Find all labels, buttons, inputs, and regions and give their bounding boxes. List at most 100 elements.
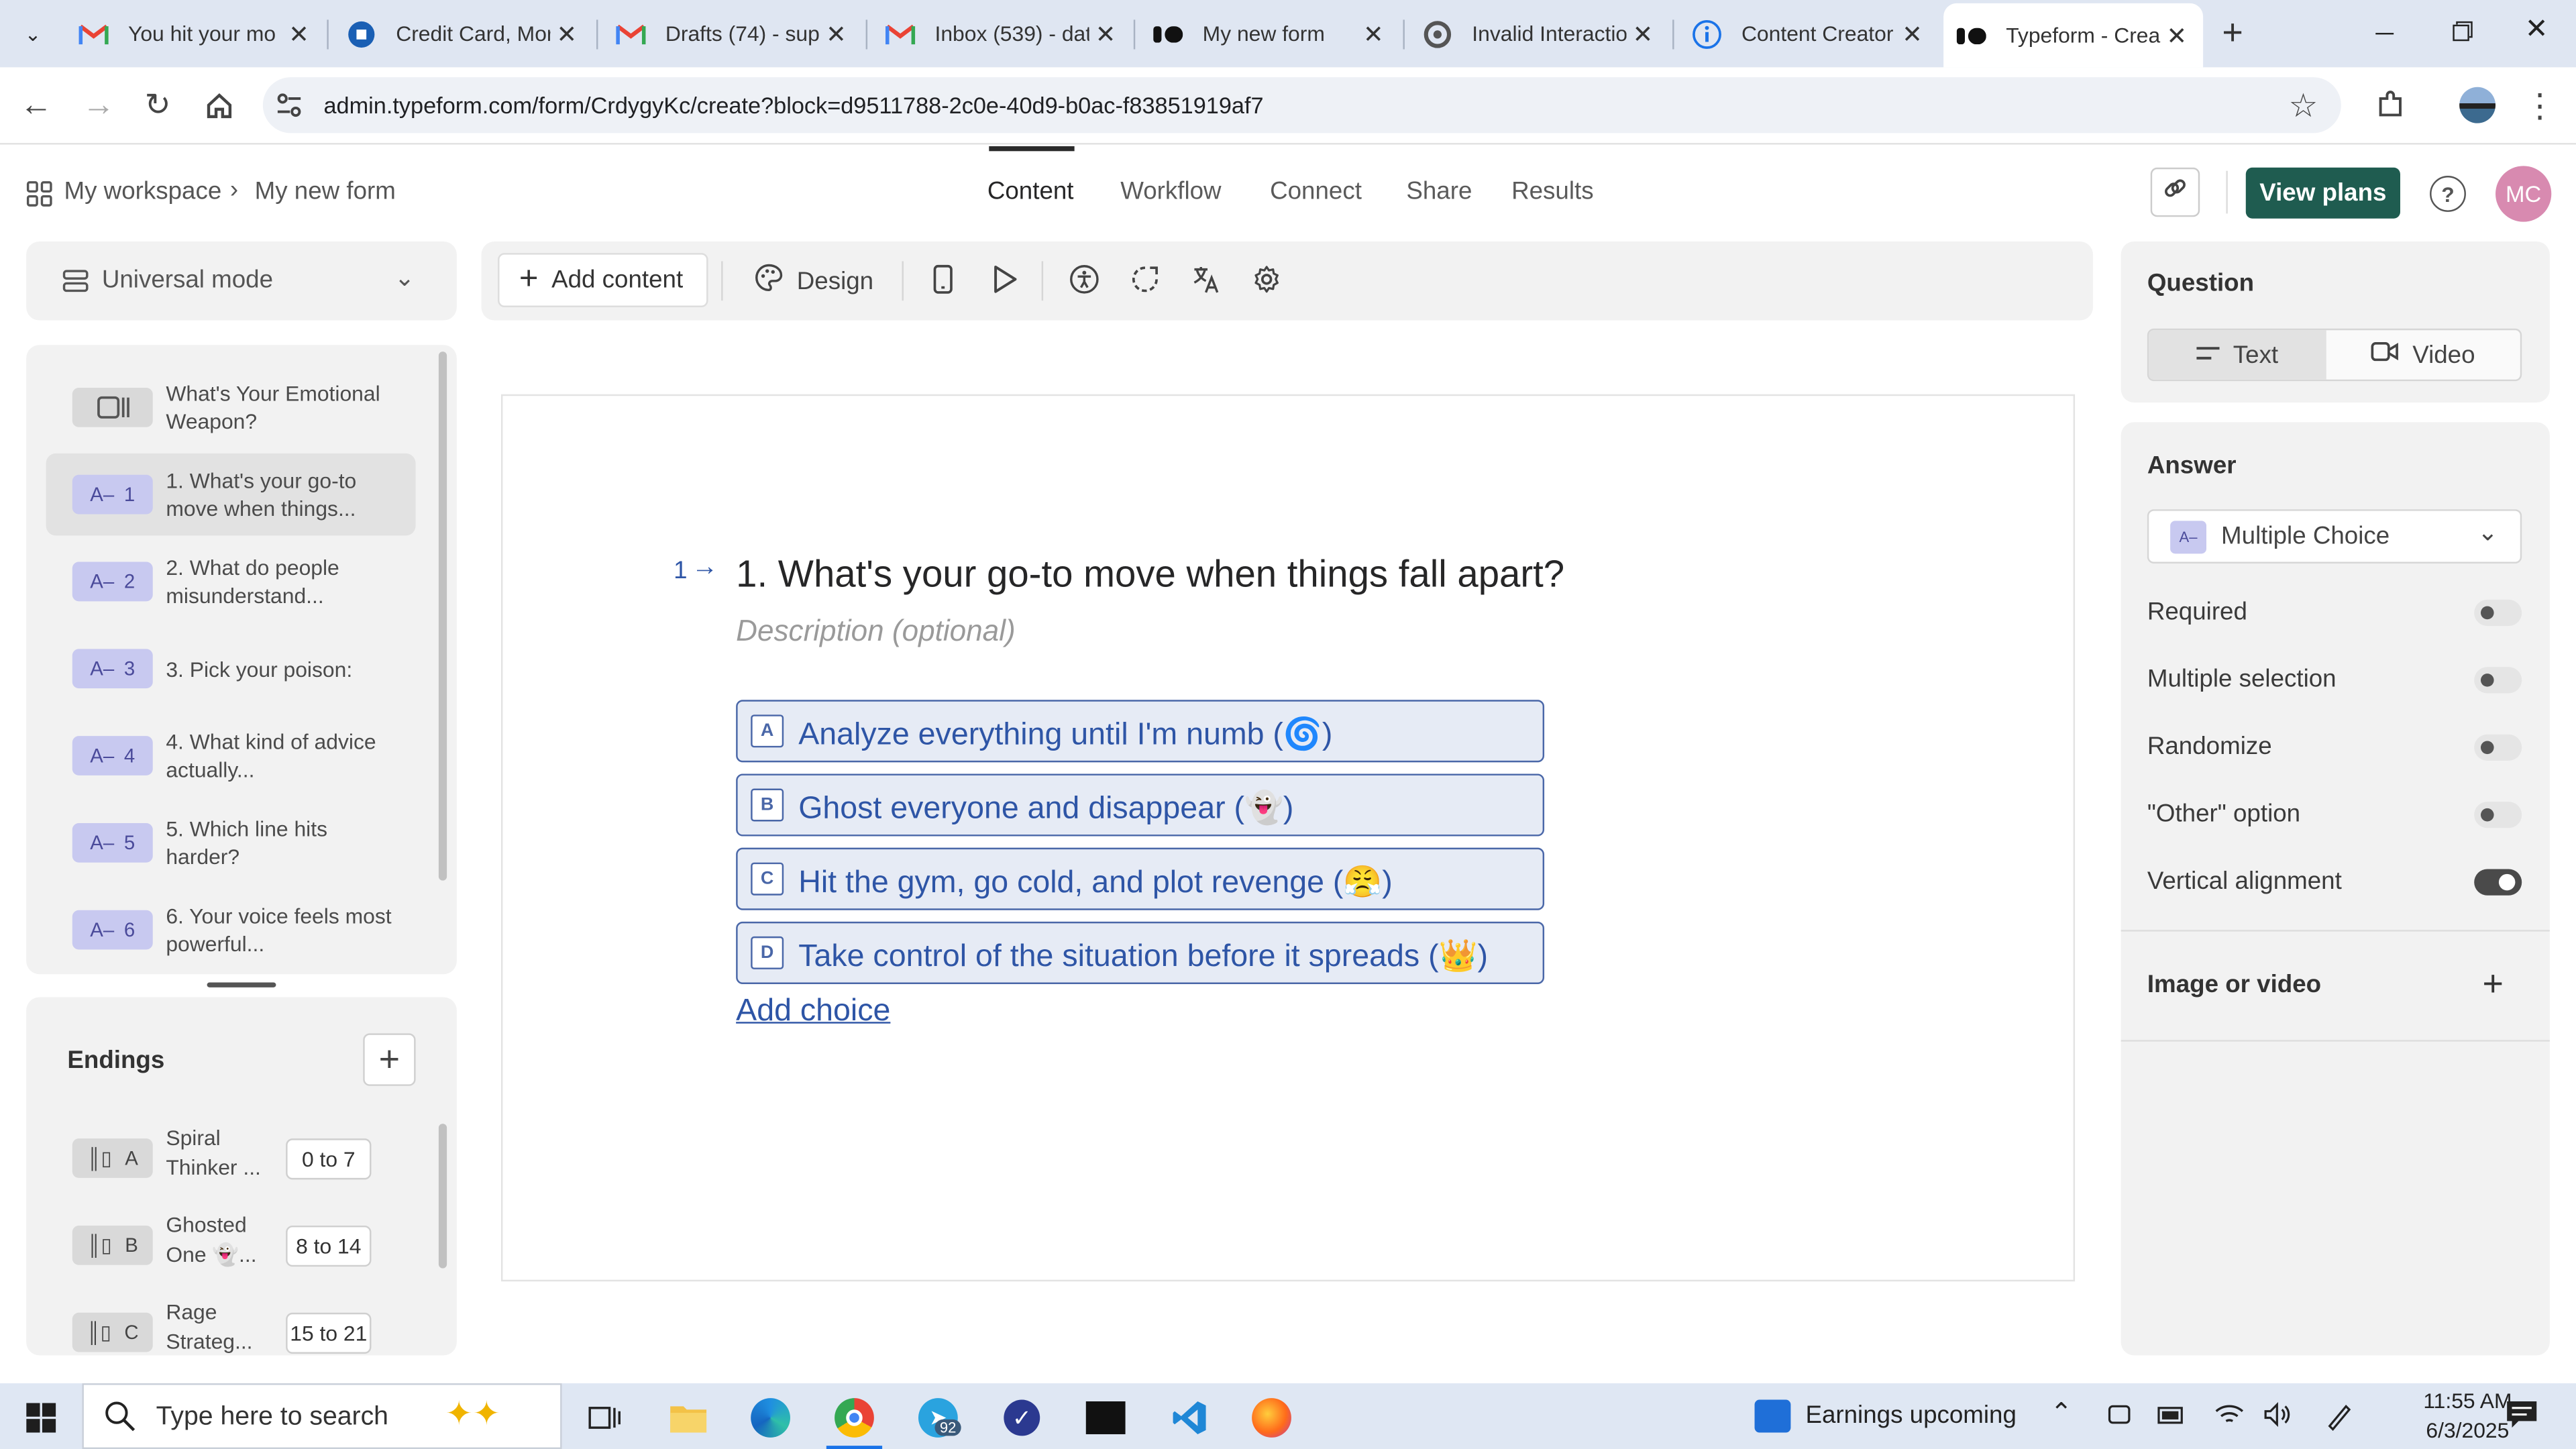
scrollbar[interactable] [438, 1124, 447, 1269]
translate-icon[interactable] [1191, 264, 1221, 302]
question-item-6[interactable]: A– 6 6. Your voice feels most powerful... [46, 889, 416, 971]
breadcrumb-workspace[interactable]: My workspace [64, 177, 222, 205]
ending-item-a[interactable]: ║▯ A Spiral Thinker ... 0 to 7 [46, 1117, 416, 1199]
help-icon[interactable]: ? [2430, 176, 2466, 212]
back-icon[interactable]: ← [15, 84, 58, 127]
nav-share[interactable]: Share [1406, 177, 1472, 205]
home-icon[interactable] [197, 84, 240, 127]
app-icon[interactable]: ✓ [998, 1393, 1046, 1442]
question-item-4[interactable]: A– 4 4. What kind of advice actually... [46, 714, 416, 796]
extensions-icon[interactable] [2369, 84, 2412, 127]
terminal-icon[interactable] [1081, 1393, 1130, 1442]
question-item-2[interactable]: A– 2 2. What do people misunderstand... [46, 541, 416, 623]
windows-start-icon[interactable] [16, 1393, 65, 1442]
choice-a[interactable]: A Analyze everything until I'm numb (🌀) [736, 700, 1545, 763]
add-choice-link[interactable]: Add choice [736, 994, 890, 1030]
text-tab[interactable]: Text [2149, 330, 2326, 380]
add-media-icon[interactable]: + [2482, 963, 2503, 1006]
answer-type-dropdown[interactable]: A– Multiple Choice ⌄ [2147, 509, 2522, 564]
settings-gear-icon[interactable] [1252, 264, 1281, 302]
address-bar[interactable]: admin.typeform.com/form/CrdygyKc/create?… [262, 77, 2341, 133]
forward-icon[interactable]: → [77, 84, 120, 127]
accessibility-icon[interactable] [1069, 264, 1099, 302]
clock-time[interactable]: 11:55 AM [2418, 1388, 2517, 1413]
randomize-toggle[interactable] [2474, 734, 2522, 761]
choice-b[interactable]: B Ghost everyone and disappear (👻) [736, 773, 1545, 837]
edge-icon[interactable] [746, 1393, 795, 1442]
resize-handle[interactable] [207, 982, 276, 987]
nav-workflow[interactable]: Workflow [1120, 177, 1221, 205]
question-title[interactable]: 1. What's your go-to move when things fa… [736, 552, 1564, 596]
description-field[interactable]: Description (optional) [736, 614, 1016, 649]
taskbar-search-box[interactable]: Type here to search ✦✦ [82, 1383, 562, 1449]
restore-icon[interactable] [2440, 16, 2483, 49]
mode-selector[interactable]: Universal mode ⌄ [26, 241, 457, 321]
news-widget-icon[interactable] [1754, 1399, 1791, 1433]
question-item-5[interactable]: A– 5 5. Which line hits harder? [46, 802, 416, 883]
nav-content[interactable]: Content [987, 177, 1074, 205]
choice-text[interactable]: Ghost everyone and disappear (👻) [798, 789, 1293, 828]
multiple-selection-toggle[interactable] [2474, 667, 2522, 694]
browser-tab[interactable]: Credit Card, Mor ✕ [333, 7, 593, 61]
design-button[interactable]: Design [754, 263, 873, 301]
browser-tab-active[interactable]: Typeform - Crea ✕ [1943, 3, 2204, 68]
battery-icon[interactable] [2157, 1401, 2187, 1436]
reload-icon[interactable]: ↻ [136, 84, 179, 127]
apps-grid-icon[interactable] [26, 180, 52, 207]
logic-icon[interactable] [1130, 264, 1160, 302]
view-plans-button[interactable]: View plans [2245, 167, 2400, 219]
ending-item-b[interactable]: ║▯ B Ghosted One 👻... 8 to 14 [46, 1204, 416, 1286]
vertical-alignment-toggle[interactable] [2474, 869, 2522, 896]
browser-tab[interactable]: Invalid Interactio ✕ [1409, 7, 1669, 61]
add-ending-button[interactable]: + [363, 1033, 416, 1086]
ending-range[interactable]: 8 to 14 [286, 1225, 372, 1267]
question-item-3[interactable]: A– 3 3. Pick your poison: [46, 628, 416, 710]
close-window-icon[interactable]: ✕ [2515, 13, 2558, 53]
bookmark-star-icon[interactable]: ☆ [2282, 84, 2325, 127]
chrome-icon[interactable] [830, 1393, 879, 1442]
browser-tab[interactable]: Inbox (539) - dat ✕ [872, 7, 1132, 61]
choice-text[interactable]: Hit the gym, go cold, and plot revenge (… [798, 863, 1393, 902]
close-tab-icon[interactable]: ✕ [1089, 19, 1122, 49]
copy-link-button[interactable] [2150, 167, 2200, 217]
chevron-up-icon[interactable]: ⌃ [2050, 1397, 2072, 1430]
browser-menu-icon[interactable]: ⋮ [2518, 84, 2561, 127]
close-tab-icon[interactable]: ✕ [550, 19, 583, 49]
question-item-1[interactable]: A– 1 1. What's your go-to move when thing… [46, 453, 416, 536]
close-tab-icon[interactable]: ✕ [1357, 19, 1390, 49]
close-tab-icon[interactable]: ✕ [820, 19, 853, 49]
browser-tab[interactable]: You hit your mo ✕ [66, 7, 325, 61]
notification-icon[interactable] [2506, 1400, 2538, 1438]
avatar[interactable]: MC [2496, 166, 2552, 222]
news-widget-text[interactable]: Earnings upcoming [1805, 1401, 2017, 1430]
clock-date[interactable]: 6/3/2025 [2418, 1417, 2517, 1442]
browser-tab[interactable]: My new form ✕ [1140, 7, 1400, 61]
minimize-icon[interactable] [2363, 16, 2406, 49]
scrollbar[interactable] [438, 352, 447, 881]
close-tab-icon[interactable]: ✕ [1896, 19, 1929, 49]
wifi-icon[interactable] [2214, 1401, 2244, 1436]
add-content-button[interactable]: + Add content [498, 253, 708, 307]
ending-range[interactable]: 15 to 21 [286, 1312, 372, 1354]
mobile-preview-icon[interactable] [933, 264, 953, 302]
tab-search-icon[interactable]: ⌄ [13, 16, 53, 52]
browser-tab[interactable]: Content Creator ✕ [1679, 7, 1939, 61]
close-tab-icon[interactable]: ✕ [282, 19, 315, 49]
other-option-toggle[interactable] [2474, 802, 2522, 828]
nav-results[interactable]: Results [1511, 177, 1594, 205]
profile-avatar-icon[interactable] [2456, 84, 2499, 127]
choice-c[interactable]: C Hit the gym, go cold, and plot revenge… [736, 847, 1545, 910]
task-view-icon[interactable] [580, 1393, 629, 1442]
new-tab-icon[interactable]: + [2211, 12, 2254, 56]
volume-icon[interactable] [2264, 1401, 2294, 1436]
required-toggle[interactable] [2474, 599, 2522, 627]
ending-range[interactable]: 0 to 7 [286, 1138, 372, 1180]
question-item-welcome[interactable]: What's Your Emotional Weapon? [46, 366, 416, 448]
browser-tab[interactable]: Drafts (74) - sup ✕ [603, 7, 863, 61]
close-tab-icon[interactable]: ✕ [2160, 21, 2193, 50]
choice-text[interactable]: Take control of the situation before it … [798, 936, 1488, 976]
tray-app-icon[interactable] [2106, 1401, 2133, 1436]
firefox-icon[interactable] [1247, 1393, 1296, 1442]
choice-text[interactable]: Analyze everything until I'm numb (🌀) [798, 714, 1332, 754]
choice-d[interactable]: D Take control of the situation before i… [736, 921, 1545, 984]
